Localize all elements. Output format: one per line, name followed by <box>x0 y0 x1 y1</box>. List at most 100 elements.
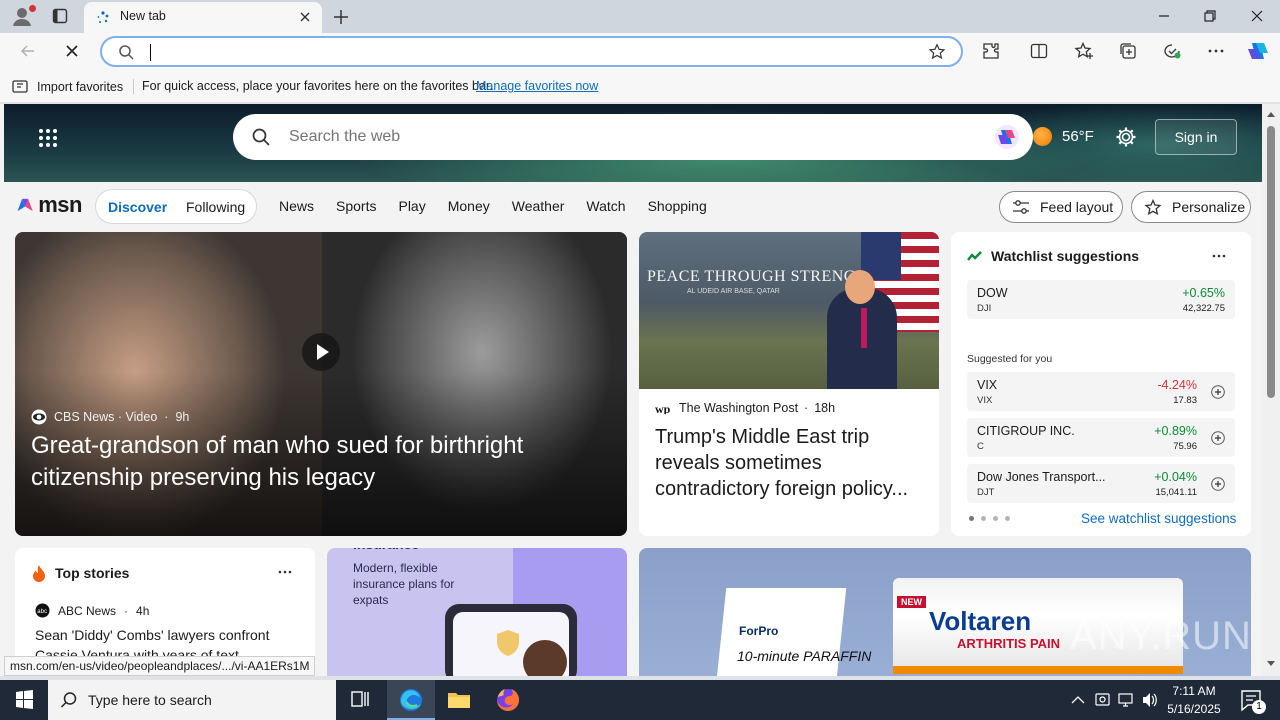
stop-loading-icon[interactable] <box>62 41 82 61</box>
firefox-icon[interactable] <box>484 680 532 720</box>
msn-new-tab-page: 56°F Sign in msn Discover Following News… <box>0 104 1262 676</box>
hero-headline[interactable]: Great-grandson of man who sued for birth… <box>31 430 591 494</box>
speaker-head <box>845 270 875 304</box>
profile-alert-dot <box>29 5 36 12</box>
hero-story-card[interactable]: CBS News · Video · 9h Great-grandson of … <box>15 232 627 536</box>
collections-icon[interactable] <box>1118 41 1138 61</box>
carousel-dots[interactable] <box>969 516 1010 521</box>
network-icon[interactable] <box>1116 680 1136 720</box>
browser-essentials-icon[interactable] <box>1162 41 1182 61</box>
nav-play[interactable]: Play <box>398 198 425 214</box>
restore-button[interactable] <box>1199 6 1221 26</box>
weather-sun-icon[interactable] <box>1033 127 1052 146</box>
scroll-up-icon[interactable] <box>1266 110 1276 118</box>
hero-separator: · <box>164 410 169 424</box>
watchlist-title: Watchlist suggestions <box>991 248 1140 264</box>
stock-price: 75.96 <box>1173 441 1197 452</box>
insurance-ad-card[interactable]: insurance Modern, flexible insurance pla… <box>327 548 627 676</box>
stock-name: Dow Jones Transport... <box>977 470 1106 484</box>
add-to-watchlist-icon[interactable] <box>1211 431 1225 445</box>
top-stories-title: Top stories <box>55 565 130 581</box>
web-search-input[interactable] <box>289 126 969 148</box>
file-explorer-icon[interactable] <box>435 680 483 720</box>
split-screen-icon[interactable] <box>1029 41 1049 61</box>
tab-actions-icon[interactable] <box>52 8 68 24</box>
minimize-button[interactable] <box>1153 6 1175 26</box>
page-scrollbar[interactable] <box>1262 104 1280 676</box>
nav-money[interactable]: Money <box>448 198 490 214</box>
tab-new-tab[interactable]: New tab <box>84 2 322 33</box>
nav-weather[interactable]: Weather <box>512 198 565 214</box>
wapo-source-line: wp The Washington Post · 18h <box>655 401 835 415</box>
notification-center-button[interactable]: 1 <box>1234 680 1274 720</box>
stock-name: CITIGROUP INC. <box>977 424 1075 438</box>
nav-news[interactable]: News <box>279 198 314 214</box>
feed-layout-button[interactable]: Feed layout <box>999 191 1123 223</box>
app-launcher-icon[interactable] <box>38 128 58 148</box>
security-tray-icon[interactable] <box>1093 680 1113 720</box>
carousel-dot[interactable] <box>993 516 998 521</box>
favorites-divider <box>133 79 134 94</box>
watchlist-row-dow-transport[interactable]: Dow Jones Transport... DJT +0.04% 15,041… <box>967 464 1235 503</box>
favorites-icon[interactable] <box>1074 41 1094 61</box>
taskbar-clock-date[interactable]: 5/16/2025 <box>1164 702 1224 716</box>
close-window-button[interactable] <box>1246 6 1268 26</box>
address-bar[interactable] <box>100 36 963 67</box>
windows-start-icon[interactable] <box>0 680 48 720</box>
extensions-icon[interactable] <box>981 41 1001 61</box>
scroll-thumb[interactable] <box>1267 126 1275 398</box>
cbs-eye-icon <box>31 409 47 425</box>
add-to-watchlist-icon[interactable] <box>1211 385 1225 399</box>
wapo-logo-icon: wp <box>655 402 671 414</box>
copilot-icon[interactable] <box>1246 39 1270 63</box>
tab-discover[interactable]: Discover <box>108 199 167 215</box>
stock-name: DOW <box>977 286 1008 300</box>
scroll-down-icon[interactable] <box>1266 660 1276 668</box>
more-options-icon[interactable] <box>1211 248 1227 264</box>
personalize-button[interactable]: Personalize <box>1131 191 1251 223</box>
trend-chart-icon <box>967 251 982 261</box>
taskbar-search-box[interactable]: Type here to search <box>48 680 336 720</box>
manage-favorites-link[interactable]: Manage favorites now <box>476 79 598 93</box>
wapo-headline[interactable]: Trump's Middle East trip reveals sometim… <box>655 424 927 502</box>
weather-temperature[interactable]: 56°F <box>1062 128 1094 145</box>
play-icon[interactable] <box>302 333 340 371</box>
nav-sports[interactable]: Sports <box>336 198 376 214</box>
tray-overflow-chevron-icon[interactable] <box>1068 680 1088 720</box>
more-options-icon[interactable] <box>277 564 293 580</box>
sign-in-button[interactable]: Sign in <box>1155 119 1237 155</box>
volume-icon[interactable] <box>1140 680 1160 720</box>
copilot-icon[interactable] <box>993 123 1021 151</box>
watchlist-row-dow[interactable]: DOW DJI +0.65% 42,322.75 <box>967 280 1235 319</box>
carousel-dot[interactable] <box>969 516 974 521</box>
msn-logo[interactable]: msn <box>16 192 82 218</box>
web-search-box[interactable] <box>233 114 1033 160</box>
loading-spinner-icon <box>97 11 109 23</box>
forpro-brand: ForPro <box>739 624 779 638</box>
nav-shopping[interactable]: Shopping <box>648 198 707 214</box>
carousel-dot[interactable] <box>1005 516 1010 521</box>
taskbar-clock-time[interactable]: 7:11 AM <box>1164 684 1224 698</box>
nav-watch[interactable]: Watch <box>586 198 625 214</box>
taskbar-search-placeholder: Type here to search <box>88 692 212 708</box>
top-story-age: 4h <box>136 603 150 618</box>
gear-icon[interactable] <box>1115 126 1137 148</box>
title-bar: New tab <box>0 0 1280 33</box>
watchlist-row-vix[interactable]: VIX VIX -4.24% 17.83 <box>967 372 1235 411</box>
carousel-dot[interactable] <box>981 516 986 521</box>
more-options-icon[interactable] <box>1206 41 1226 61</box>
wapo-story-card[interactable]: PEACE THROUGH STRENGTH AL UDEID AIR BASE… <box>639 232 939 536</box>
add-to-watchlist-icon[interactable] <box>1211 477 1225 491</box>
address-input[interactable] <box>146 42 906 62</box>
stock-price: 17.83 <box>1173 395 1197 406</box>
favorite-star-icon[interactable] <box>928 43 946 61</box>
see-watchlist-link[interactable]: See watchlist suggestions <box>1081 511 1236 526</box>
tab-following[interactable]: Following <box>186 199 245 215</box>
edge-taskbar-app[interactable] <box>387 680 435 720</box>
close-tab-icon[interactable] <box>298 10 312 24</box>
watchlist-row-citigroup[interactable]: CITIGROUP INC. C +0.89% 75.96 <box>967 418 1235 457</box>
new-tab-button[interactable] <box>330 6 352 28</box>
back-arrow-icon[interactable] <box>18 41 38 61</box>
import-favorites-button[interactable]: Import favorites <box>12 78 123 96</box>
task-view-icon[interactable] <box>336 680 384 720</box>
